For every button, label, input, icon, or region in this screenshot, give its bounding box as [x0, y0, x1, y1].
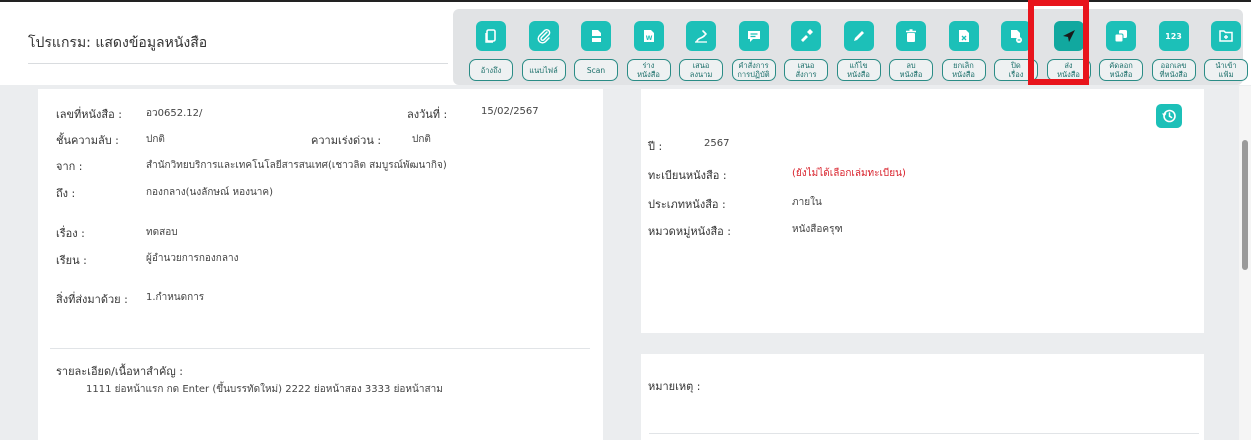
- register-label: ทะเบียนหนังสือ :: [648, 169, 727, 182]
- toolbar-delete-label: ลบ หนังสือ: [889, 59, 933, 81]
- word-doc-icon: W: [633, 21, 664, 51]
- svg-text:W: W: [645, 35, 652, 42]
- to-value: กองกลาง(นงลักษณ์ หองนาค): [146, 187, 273, 198]
- subject-label: เรื่อง :: [56, 227, 85, 240]
- toolbar-refer-button[interactable]: อ้างถึง: [469, 21, 515, 81]
- to-label: ถึง :: [56, 187, 76, 200]
- toolbar-refer-label: อ้างถึง: [469, 59, 513, 81]
- document-info-card: เลขที่หนังสือ : อว0652.12/ ลงวันที่ : 15…: [38, 89, 603, 440]
- category-label: หมวดหมู่หนังสือ :: [648, 225, 731, 238]
- doc-cancel-icon: [948, 21, 979, 51]
- paperclip-icon: [528, 21, 559, 51]
- from-value: สำนักวิทยบริการและเทคโนโลยีสารสนเทศ(เชาว…: [146, 160, 447, 171]
- page-title: โปรแกรม: แสดงข้อมูลหนังสือ: [28, 35, 208, 51]
- attention-label: เรียน :: [56, 254, 87, 267]
- doc-date-label: ลงวันที่ :: [407, 108, 448, 121]
- toolbar-edit-label: แก้ไข หนังสือ: [836, 59, 881, 81]
- toolbar-copydoc-label: คัดลอก หนังสือ: [1099, 59, 1143, 81]
- secret-level-label: ชั้นความลับ :: [56, 134, 119, 147]
- toolbar-cancel-label: ยกเลิก หนังสือ: [941, 59, 986, 81]
- toolbar-attach-label: แนบไฟล์: [521, 59, 566, 81]
- message-icon: [738, 21, 769, 51]
- hand-pen-icon: [791, 21, 821, 51]
- number-123-icon: 123: [1158, 21, 1189, 51]
- toolbar-sign-button[interactable]: เสนอ ลงนาม: [679, 21, 725, 81]
- attention-value: ผู้อำนวยการกองกลาง: [146, 253, 239, 264]
- doc-type-label: ประเภทหนังสือ :: [648, 198, 726, 211]
- urgency-value: ปกติ: [412, 134, 431, 145]
- remark-card: หมายเหตุ :: [641, 354, 1204, 440]
- scrollbar-thumb[interactable]: [1242, 140, 1248, 270]
- toolbar-order-button[interactable]: คำสั่งการ การปฏิบัติ: [731, 21, 778, 81]
- remark-label: หมายเหตุ :: [648, 380, 701, 393]
- toolbar-number-button[interactable]: 123 ออกเลข ที่หนังสือ: [1151, 21, 1198, 81]
- from-label: จาก :: [56, 160, 83, 173]
- document-meta-card: ปี : 2567 ทะเบียนหนังสือ : (ยังไม่ได้เลื…: [641, 89, 1204, 333]
- toolbar-attach-button[interactable]: แนบไฟล์: [521, 21, 568, 81]
- year-label: ปี :: [648, 140, 663, 153]
- history-button[interactable]: [1156, 104, 1182, 128]
- copy-icon: [476, 21, 506, 51]
- toolbar-draft-label: ร่าง หนังสือ: [626, 59, 671, 81]
- toolbar-sign-label: เสนอ ลงนาม: [679, 59, 723, 81]
- folder-import-icon: [1211, 21, 1241, 51]
- duplicate-icon: [1106, 21, 1136, 51]
- subject-value: ทดสอบ: [146, 227, 178, 238]
- detail-value: 1111 ย่อหน้าแรก กด Enter (ขึ้นบรรทัดใหม่…: [86, 384, 443, 395]
- title-divider: [28, 63, 448, 64]
- category-value: หนังสือครุฑ: [792, 224, 843, 235]
- doc-type-value: ภายใน: [792, 197, 822, 208]
- section-divider: [50, 348, 590, 349]
- trash-icon: [896, 21, 926, 51]
- urgency-label: ความเร่งด่วน :: [311, 134, 382, 147]
- toolbar-propose-button[interactable]: เสนอ สั่งการ: [784, 21, 830, 81]
- doc-number-value: อว0652.12/: [146, 108, 203, 119]
- toolbar-cancel-button[interactable]: ยกเลิก หนังสือ: [941, 21, 988, 81]
- doc-date-value: 15/02/2567: [481, 106, 539, 117]
- doc-number-label: เลขที่หนังสือ :: [56, 108, 122, 121]
- detail-label: รายละเอียด/เนื้อหาสำคัญ :: [56, 365, 183, 378]
- register-value: (ยังไม่ได้เลือกเล่มทะเบียน): [792, 168, 906, 179]
- toolbar-scan-button[interactable]: Scan: [574, 21, 620, 81]
- sign-hand-icon: [686, 21, 716, 51]
- scanner-icon: [581, 21, 611, 51]
- enclosure-value: 1.กำหนดการ: [146, 292, 205, 303]
- doc-close-icon: [1001, 21, 1031, 51]
- icon-number-text: 123: [1165, 31, 1182, 41]
- year-value: 2567: [704, 138, 730, 149]
- action-toolbar: อ้างถึง แนบไฟล์ Scan W ร่าง หนังสือ เสนอ ลงนา…: [453, 9, 1248, 85]
- history-icon: [1162, 109, 1176, 123]
- toolbar-number-label: ออกเลข ที่หนังสือ: [1151, 59, 1196, 81]
- toolbar-delete-button[interactable]: ลบ หนังสือ: [889, 21, 935, 81]
- toolbar-import-button[interactable]: นำเข้า แฟ้ม: [1204, 21, 1250, 81]
- toolbar-copydoc-button[interactable]: คัดลอก หนังสือ: [1099, 21, 1145, 81]
- toolbar-order-label: คำสั่งการ การปฏิบัติ: [731, 59, 776, 81]
- enclosure-label: สิ่งที่ส่งมาด้วย :: [56, 293, 128, 306]
- remark-divider: [649, 433, 1199, 434]
- toolbar-edit-button[interactable]: แก้ไข หนังสือ: [836, 21, 883, 81]
- secret-level-value: ปกติ: [146, 134, 165, 145]
- highlight-box: [1028, 0, 1089, 85]
- toolbar-draft-button[interactable]: W ร่าง หนังสือ: [626, 21, 673, 81]
- toolbar-import-label: นำเข้า แฟ้ม: [1204, 59, 1248, 81]
- toolbar-scan-label: Scan: [574, 59, 618, 81]
- pencil-icon: [843, 21, 874, 51]
- toolbar-propose-label: เสนอ สั่งการ: [784, 59, 828, 81]
